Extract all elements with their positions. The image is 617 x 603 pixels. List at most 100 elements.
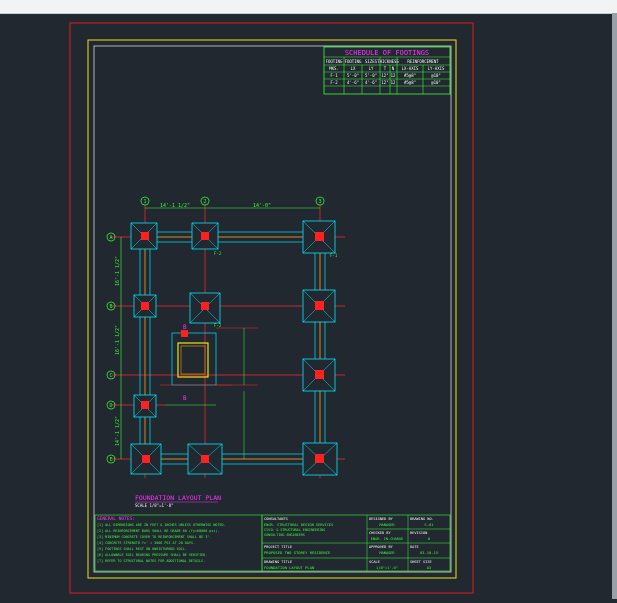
general-notes: GENERAL NOTES: [1] ALL DIMENSIONS ARE IN… (94, 514, 263, 572)
schedule-cell: #5@8" (404, 73, 416, 78)
drawing-canvas[interactable]: SCHEDULE OF FOOTINGS FOOTING FOOTING SIZ… (0, 13, 617, 599)
schedule-header: REINFORCEMENT (407, 59, 439, 64)
footing-label: F-1 (330, 253, 338, 258)
footing (130, 222, 158, 250)
drawing-title: FOUNDATION LAYOUT PLAN (264, 565, 315, 570)
consultant-line: CONSULTING ENGINEERS (264, 533, 305, 537)
wall-footing (139, 231, 326, 465)
scale-value: 1/8"=1'-0" (376, 566, 398, 570)
plan-title: FOUNDATION LAYOUT PLAN (135, 494, 221, 502)
schedule-subheader: LY-AXIS (428, 66, 445, 71)
grid-label: C (109, 373, 112, 379)
grid-label: E (109, 457, 112, 463)
section-marker: B (183, 395, 187, 402)
schedule-subheader: N (392, 66, 395, 71)
checked-label: CHECKED BY (369, 531, 391, 535)
note-line: [7] REFER TO STRUCTURAL NOTES FOR ADDITI… (97, 559, 205, 563)
pit-detail (160, 327, 258, 386)
foundation-plan: 1 2 3 A B C D E 14'-1 1/2" 14'-0" 16'-1 … (106, 196, 345, 508)
schedule-header: FOOTING (326, 59, 343, 64)
checked-value: ENGR. IN-CHARGE (371, 537, 403, 541)
schedule-cell: 12" (381, 80, 388, 85)
note-line: [2] ALL REINFORCEMENT BARS SHALL BE GRAD… (97, 529, 219, 533)
schedule-subheader: LY (369, 66, 374, 71)
schedule-title: SCHEDULE OF FOOTINGS (345, 49, 429, 57)
note-line: [6] ALLOWABLE SOIL BEARING PRESSURE SHAL… (97, 553, 207, 557)
footing-label: F-2 (214, 251, 222, 256)
title-bar (0, 0, 617, 14)
dimension-text: 14'-1 1/2" (160, 203, 190, 209)
footing (302, 220, 336, 254)
grid-label: B (109, 304, 112, 310)
footing (189, 292, 221, 324)
footing (133, 294, 157, 318)
date-label: DATE (410, 545, 419, 549)
dimension-text: 14'-1 1/2" (115, 416, 121, 446)
project-label: PROJECT TITLE (264, 545, 292, 549)
footing-label: F-2 (214, 323, 222, 328)
schedule-cell: #5@8" (404, 80, 416, 85)
notes-title: GENERAL NOTES: (97, 516, 135, 522)
drawing-label: DRAWING TITLE (264, 560, 292, 564)
paper-frame (69, 22, 474, 594)
note-line: [4] CONCRETE STRENGTH fc' = 3000 PSI AT … (97, 541, 195, 545)
revision-label: REVISION (410, 531, 427, 535)
drawing-no-label: DRAWING NO. (410, 517, 434, 521)
schedule-cell: 12 (391, 80, 396, 85)
revision-value: 0 (428, 536, 431, 541)
schedule-cell: 5'-0" (347, 73, 359, 78)
title-block: CONSULTANTS ENGR. STRUCTURAL DESIGN SERV… (261, 514, 451, 572)
schedule-cell: 12" (381, 73, 388, 78)
section-marker: B (183, 324, 187, 331)
schedule-cell: 4'-6" (347, 80, 359, 85)
designed-value: MANAGER (379, 523, 395, 527)
drawing-no-value: S-01 (424, 522, 434, 527)
schedule-header: SIZES (365, 59, 378, 64)
footing (302, 289, 336, 323)
scroll-edge[interactable] (612, 13, 617, 599)
schedule-cell: @10" (431, 73, 441, 78)
sheet-value: A3 (427, 565, 432, 570)
dimension-text: 16'-1 1/2" (115, 256, 121, 286)
schedule-of-footings: SCHEDULE OF FOOTINGS FOOTING FOOTING SIZ… (323, 46, 451, 95)
schedule-cell: F-2 (330, 80, 338, 85)
schedule-cell: F-1 (330, 73, 338, 78)
designed-label: DESIGNED BY (369, 517, 394, 521)
dimension-text: 16'-1 1/2" (115, 325, 121, 355)
note-line: [3] MINIMUM CONCRETE COVER TO REINFORCEM… (97, 535, 211, 539)
footing (133, 394, 157, 418)
note-line: [5] FOOTINGS SHALL REST ON UNDISTURBED S… (97, 547, 187, 551)
project-title: PROPOSED TWO STOREY RESIDENCE (264, 550, 331, 555)
footing (191, 222, 219, 250)
schedule-cell: 12 (391, 73, 396, 78)
consultant-line: CIVIL & STRUCTURAL ENGINEERING (264, 528, 325, 532)
grid-label: D (109, 403, 112, 409)
schedule-cell: @10" (431, 80, 441, 85)
schedule-subheader: T (384, 66, 387, 71)
wall-line (140, 232, 325, 464)
schedule-cell: 5'-0" (365, 73, 377, 78)
footing (187, 443, 223, 475)
dimension-text: 14'-0" (253, 203, 271, 209)
sheet-label: SHEET SIZE (410, 560, 432, 564)
date-value: 03-10-15 (420, 550, 438, 555)
grid-label: 1 (143, 199, 146, 205)
schedule-subheader: MKS. (329, 66, 339, 71)
footing (302, 442, 338, 476)
consultants-label: CONSULTANTS (264, 517, 288, 521)
schedule-header: THICKNESS (377, 59, 399, 64)
plan-scale: SCALE 1/8"=1'-0" (135, 503, 174, 508)
footing (302, 358, 336, 392)
approved-value: MANAGER (379, 551, 395, 555)
note-line: [1] ALL DIMENSIONS ARE IN FEET & INCHES … (97, 523, 226, 527)
consultant-line: ENGR. STRUCTURAL DESIGN SERVICES (264, 523, 333, 527)
schedule-subheader: LX-AXIS (402, 66, 419, 71)
footing (130, 443, 162, 475)
schedule-header: FOOTING (345, 59, 362, 64)
approved-label: APPROVED BY (369, 545, 394, 549)
scale-label: SCALE (369, 560, 380, 564)
grid-label: 3 (318, 199, 321, 205)
schedule-subheader: LX (351, 66, 356, 71)
schedule-cell: 4'-6" (365, 80, 377, 85)
cad-sheet: SCHEDULE OF FOOTINGS FOOTING FOOTING SIZ… (69, 13, 617, 599)
